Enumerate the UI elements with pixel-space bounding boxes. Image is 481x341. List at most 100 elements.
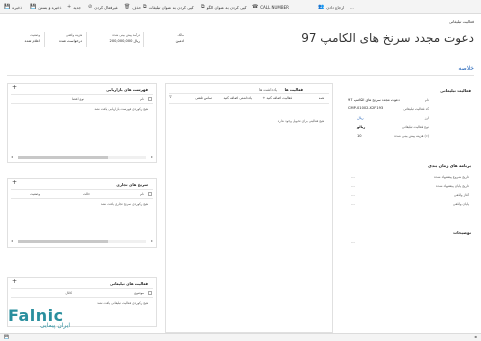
copy-as-template-button[interactable]: ⧉ کپی کردن به عنوان الگو [201, 2, 247, 12]
panel-divider [11, 297, 153, 298]
filter-icon[interactable]: ⊽ [169, 95, 172, 99]
opportunities-empty-message: هیچ رکوردی سرنخ تجاری یافت نشد [100, 202, 148, 206]
horizontal-scrollbar[interactable] [18, 240, 146, 243]
trash-icon: 🗑 [124, 3, 131, 10]
field-value-campaign-code[interactable]: CMP-01002-X2F193 [348, 106, 383, 110]
assign-button[interactable]: 👥 ارجاع دادن [318, 2, 344, 12]
field-label-campaign-type: نوع فعالیت تبلیغاتی [401, 125, 429, 129]
marketing-lists-title: فهرست های بازاریابی [106, 87, 148, 92]
field-value-name[interactable]: دعوت مجدد سرنخ های الکامپ 97 [348, 98, 400, 102]
header-separator [44, 32, 45, 47]
horizontal-scrollbar[interactable] [18, 156, 146, 159]
call-number-button[interactable]: ☎ CALL NUMBER [252, 2, 289, 12]
panel-divider [11, 103, 153, 104]
status-indicator-icon: ▪ [474, 334, 477, 339]
copy-icon: ⧉ [143, 3, 147, 10]
opportunities-panel: سرنخ های تجاری + نام حالت وضعیت هیچ رکور… [7, 178, 157, 248]
tab-summary[interactable]: خلاصه [458, 65, 474, 72]
plus-icon: + [67, 3, 72, 10]
add-opportunity-button[interactable]: + [12, 180, 17, 186]
field-label-proposed-end: تاریخ پایان پیشنهاد شده [436, 184, 469, 188]
field-label-proposed-start: تاریخ شروع پیشنهاد شده [434, 175, 469, 179]
column-header-subject[interactable]: موضوع [134, 291, 144, 295]
notes-value[interactable]: --- [351, 240, 355, 244]
new-button[interactable]: + جدید [67, 2, 81, 12]
column-header-name[interactable]: نام [140, 97, 144, 101]
campaign-activities-title: فعالیت های تبلیغاتی [109, 281, 148, 286]
panel-divider [11, 288, 153, 289]
header-separator [86, 32, 87, 47]
marketing-lists-panel: فهرست های بازاریابی + نام نوع اعضا هیچ ر… [7, 83, 157, 163]
scroll-right-icon[interactable]: ▸ [151, 239, 153, 243]
add-note-button[interactable]: یادداشتی اضافه کنید [223, 96, 252, 100]
save-status-icon[interactable]: 💾 [4, 335, 9, 339]
field-value-proposed-end[interactable]: --- [351, 184, 355, 188]
marketing-lists-empty-message: هیچ رکوردی فهرست بازاریابی یافت نشد [94, 107, 148, 111]
select-all-checkbox[interactable] [148, 97, 152, 101]
copy-as-campaign-button[interactable]: ⧉ کپی کردن به عنوان تبلیغات [143, 2, 194, 12]
save-close-icon: 💾 [30, 3, 37, 10]
status-bar: 💾 ▪ [0, 333, 481, 341]
scroll-left-icon[interactable]: ◂ [11, 239, 13, 243]
panel-divider [11, 189, 153, 190]
field-label-actual-start: آغاز واقعی [453, 193, 469, 197]
column-header-member-type[interactable]: نوع اعضا [72, 97, 84, 101]
column-header-state[interactable]: حالت [83, 192, 90, 196]
assign-icon: 👥 [318, 3, 325, 10]
page-title: دعوت مجدد سرنخ های الکامپ 97 [301, 31, 474, 45]
field-value-actual-start[interactable]: --- [351, 193, 355, 197]
header-separator [143, 32, 144, 47]
opportunities-title: سرنخ های تجاری [116, 182, 148, 187]
panel-divider [11, 198, 153, 199]
timeline-filter[interactable]: همه [319, 96, 324, 100]
scroll-left-icon[interactable]: ◂ [11, 155, 13, 159]
copy-icon: ⧉ [201, 3, 205, 10]
select-all-checkbox[interactable] [148, 291, 152, 295]
entity-type-label: فعالیت تبلیغاتی [448, 19, 474, 24]
timeline-empty-message: هیچ فعالیتی برای تحویل وجود ندارد [277, 119, 324, 123]
header-field-owner[interactable]: مالک ادمین [160, 33, 184, 43]
field-value-currency[interactable]: ریال [357, 116, 363, 120]
deactivate-icon: ⊘ [88, 3, 93, 10]
field-value-expected-response[interactable]: 10 [357, 134, 362, 138]
timeline-divider [169, 93, 329, 94]
add-activity-button[interactable]: + فعالیت اضافه کنید [263, 96, 293, 100]
column-header-channel[interactable]: کانال [65, 291, 72, 295]
field-label-expected-response: هزینه پیش بینی شده (٪) [394, 134, 429, 138]
tab-notes[interactable]: یادداشت ها [259, 87, 277, 92]
phone-icon: ☎ [252, 3, 259, 10]
timeline-panel: فعالیت ها یادداشت ها همه + فعالیت اضافه … [165, 83, 333, 333]
field-label-name: نام [424, 98, 429, 102]
phone-call-button[interactable]: تماس تلفنی [195, 96, 212, 100]
timeline-divider [169, 103, 329, 104]
add-marketing-list-button[interactable]: + [12, 85, 17, 91]
field-label-currency: ارز [424, 116, 429, 120]
field-value-actual-end[interactable]: --- [351, 202, 355, 206]
header-field-expected-revenue: درآمد پیش بینی شده ریال 200,000,000 [109, 33, 140, 43]
field-value-campaign-type[interactable]: ریالو [357, 125, 365, 129]
schedule-section-title: برنامه های زمان بندی [428, 163, 471, 168]
campaign-activities-empty-message: هیچ رکوردی فعالیت تبلیغاتی یافت نشد [97, 301, 148, 305]
tab-divider [7, 75, 474, 76]
header-field-actual-cost: هزینه واقعی درخواست شده [59, 33, 82, 43]
deactivate-button[interactable]: ⊘ غیرفعال کردن [88, 2, 118, 12]
falnic-logo-subtitle: ایران پیمایی [40, 322, 71, 329]
notes-section-title: توضیحات [453, 230, 471, 235]
column-header-status[interactable]: وضعیت [30, 192, 40, 196]
field-value-proposed-start[interactable]: --- [351, 175, 355, 179]
field-label-campaign-code: کد فعالیت تبلیغاتی [403, 107, 429, 111]
add-campaign-activity-button[interactable]: + [12, 279, 17, 285]
tab-activities[interactable]: فعالیت ها [285, 87, 303, 92]
summary-section-title: فعالیت تبلیغاتی [440, 88, 471, 93]
select-all-checkbox[interactable] [148, 192, 152, 196]
save-close-button[interactable]: 💾 ذخیره و بستن [30, 2, 61, 12]
save-icon: 💾 [4, 3, 11, 10]
delete-button[interactable]: 🗑 حذف [124, 2, 141, 12]
scroll-right-icon[interactable]: ▸ [151, 155, 153, 159]
more-commands-button[interactable]: ... [350, 2, 354, 12]
command-bar: 💾 ذخیره 💾 ذخیره و بستن + جدید ⊘ غیرفعال کردن… [0, 0, 481, 14]
column-header-name[interactable]: نام [140, 192, 144, 196]
save-button[interactable]: 💾 ذخیره [4, 2, 22, 12]
panel-divider [11, 94, 153, 95]
header-field-status: وضعیت اعلام شده [24, 33, 40, 43]
